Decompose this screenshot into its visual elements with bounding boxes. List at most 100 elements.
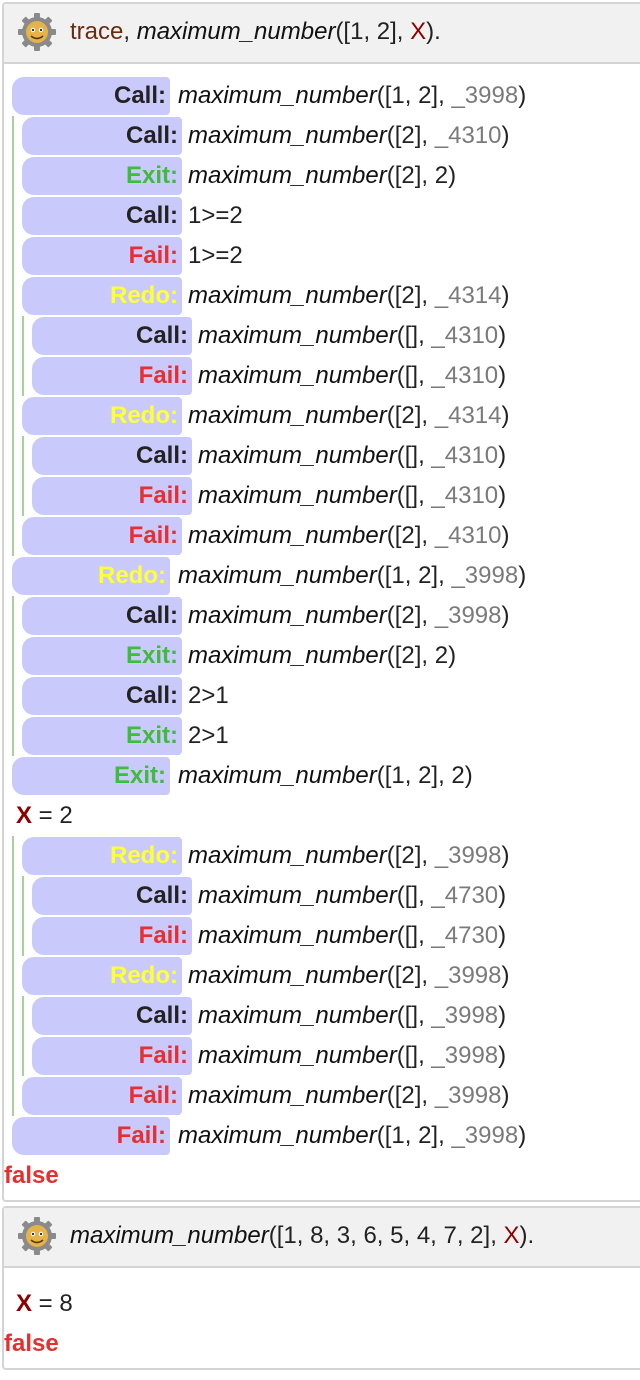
query-text: maximum_number([1, 8, 3, 6, 5, 4, 7, 2],… <box>70 1222 534 1250</box>
trace-goal: maximum_number([1, 2], _3998) <box>178 556 526 596</box>
goal-args: ([2], <box>386 602 435 629</box>
trace-depth-line <box>12 676 14 716</box>
trace-keyword: trace <box>70 18 124 45</box>
goal-name: maximum_number <box>178 82 377 109</box>
trace-goal: maximum_number([2], _3998) <box>188 1076 510 1116</box>
query-bar[interactable]: trace, maximum_number([1, 2], X). <box>4 4 640 64</box>
goal-name: maximum_number <box>198 482 397 509</box>
query-cell-maximum: maximum_number([1, 8, 3, 6, 5, 4, 7, 2],… <box>2 1206 640 1370</box>
goal-args: ([], <box>396 1042 432 1069</box>
trace-goal: maximum_number([], _4730) <box>198 876 506 916</box>
goal-close: ) <box>501 1082 510 1109</box>
goal-close: ) <box>498 442 507 469</box>
trace-goal: 2>1 <box>188 676 229 716</box>
port-label-call: Call: <box>135 1002 188 1029</box>
goal-variable: _4314 <box>434 402 502 429</box>
trace-depth-line <box>12 436 14 476</box>
port-label-exit: Exit: <box>125 162 178 189</box>
goal-args: ([2], <box>386 282 435 309</box>
goal-variable: _3998 <box>431 1002 499 1029</box>
swi-prolog-gear-icon <box>18 1217 56 1255</box>
query-text: trace, maximum_number([1, 2], X). <box>70 18 441 46</box>
trace-goal: maximum_number([2], _4310) <box>188 116 510 156</box>
goal-name: maximum_number <box>188 522 387 549</box>
query-variable: X <box>503 1222 520 1249</box>
trace-goal: maximum_number([], _3998) <box>198 1036 506 1076</box>
trace-depth-line <box>12 956 14 996</box>
goal-close: ) <box>518 1122 527 1149</box>
trace-line: Call: maximum_number([], _4310) <box>4 436 640 476</box>
goal-variable: _4310 <box>434 522 502 549</box>
goal-name: maximum_number <box>198 882 397 909</box>
trace-line: Redo: maximum_number([2], _3998) <box>4 836 640 876</box>
trace-line: Exit: maximum_number([2], 2) <box>4 156 640 196</box>
trace-line: Fail: maximum_number([], _4730) <box>4 916 640 956</box>
goal-name: 2>1 <box>188 722 229 749</box>
port-label-call: Call: <box>135 442 188 469</box>
binding-variable: X <box>16 802 33 829</box>
port-label-redo: Redo: <box>110 282 178 309</box>
goal-variable: _4730 <box>431 882 499 909</box>
trace-goal: maximum_number([], _4310) <box>198 356 506 396</box>
goal-variable: _4310 <box>431 322 499 349</box>
goal-variable: _4310 <box>431 442 499 469</box>
trace-depth-line <box>12 236 14 276</box>
goal-close: ) <box>498 922 507 949</box>
goal-name: maximum_number <box>188 1082 387 1109</box>
trace-depth-line <box>22 916 24 956</box>
trace-line: Call: maximum_number([2], _4310) <box>4 116 640 156</box>
query-bar[interactable]: maximum_number([1, 8, 3, 6, 5, 4, 7, 2],… <box>4 1208 640 1268</box>
port-label-call: Call: <box>113 82 166 109</box>
trace-goal: 1>=2 <box>188 236 243 276</box>
goal-close: ) <box>501 122 510 149</box>
goal-close: ) <box>498 482 507 509</box>
port-label-fail: Fail: <box>138 482 188 509</box>
trace-depth-line <box>12 196 14 236</box>
binding-equals: = <box>32 802 60 829</box>
port-label-call: Call: <box>125 202 178 229</box>
trace-goal: maximum_number([1, 2], _3998) <box>178 76 526 116</box>
goal-variable: _4730 <box>431 922 499 949</box>
goal-close: ) <box>518 562 527 589</box>
port-label-exit: Exit: <box>113 762 166 789</box>
goal-close: ) <box>498 1002 507 1029</box>
answer-binding: X = 8 <box>16 1284 73 1324</box>
trace-line: Fail: maximum_number([2], _3998) <box>4 1076 640 1116</box>
goal-name: maximum_number <box>178 562 377 589</box>
port-label-fail: Fail: <box>128 1082 178 1109</box>
goal-variable: _3998 <box>434 962 502 989</box>
goal-args: ([1, 2], <box>376 82 452 109</box>
trace-line: Exit: maximum_number([1, 2], 2) <box>4 756 640 796</box>
port-label-fail: Fail: <box>138 922 188 949</box>
port-label-redo: Redo: <box>110 962 178 989</box>
trace-depth-line <box>22 356 24 396</box>
port-label-fail: Fail: <box>116 1122 166 1149</box>
trace-line: Call: maximum_number([], _4310) <box>4 316 640 356</box>
goal-close: ) <box>501 282 510 309</box>
port-label-exit: Exit: <box>125 722 178 749</box>
answer-binding: X = 2 <box>16 796 73 836</box>
trace-depth-line <box>12 716 14 756</box>
goal-name: maximum_number <box>178 1122 377 1149</box>
goal-variable: _4310 <box>431 362 499 389</box>
trace-depth-line <box>12 876 14 916</box>
trace-line: Call: maximum_number([], _3998) <box>4 996 640 1036</box>
goal-args: ([], <box>396 882 432 909</box>
result-false: false <box>4 1330 59 1357</box>
goal-close: ) <box>501 962 510 989</box>
goal-name: maximum_number <box>198 922 397 949</box>
query-separator: , <box>123 18 137 45</box>
goal-close: ) <box>501 842 510 869</box>
port-label-redo: Redo: <box>110 402 178 429</box>
port-label-call: Call: <box>135 322 188 349</box>
goal-args: ([2], 2) <box>386 162 457 189</box>
trace-depth-line <box>12 916 14 956</box>
trace-line: Redo: maximum_number([2], _3998) <box>4 956 640 996</box>
goal-name: maximum_number <box>188 122 387 149</box>
goal-args: ([2], <box>386 842 435 869</box>
goal-name: 2>1 <box>188 682 229 709</box>
goal-name: maximum_number <box>188 642 387 669</box>
trace-goal: maximum_number([2], _4314) <box>188 396 510 436</box>
goal-name: maximum_number <box>188 162 387 189</box>
goal-args: ([], <box>396 482 432 509</box>
